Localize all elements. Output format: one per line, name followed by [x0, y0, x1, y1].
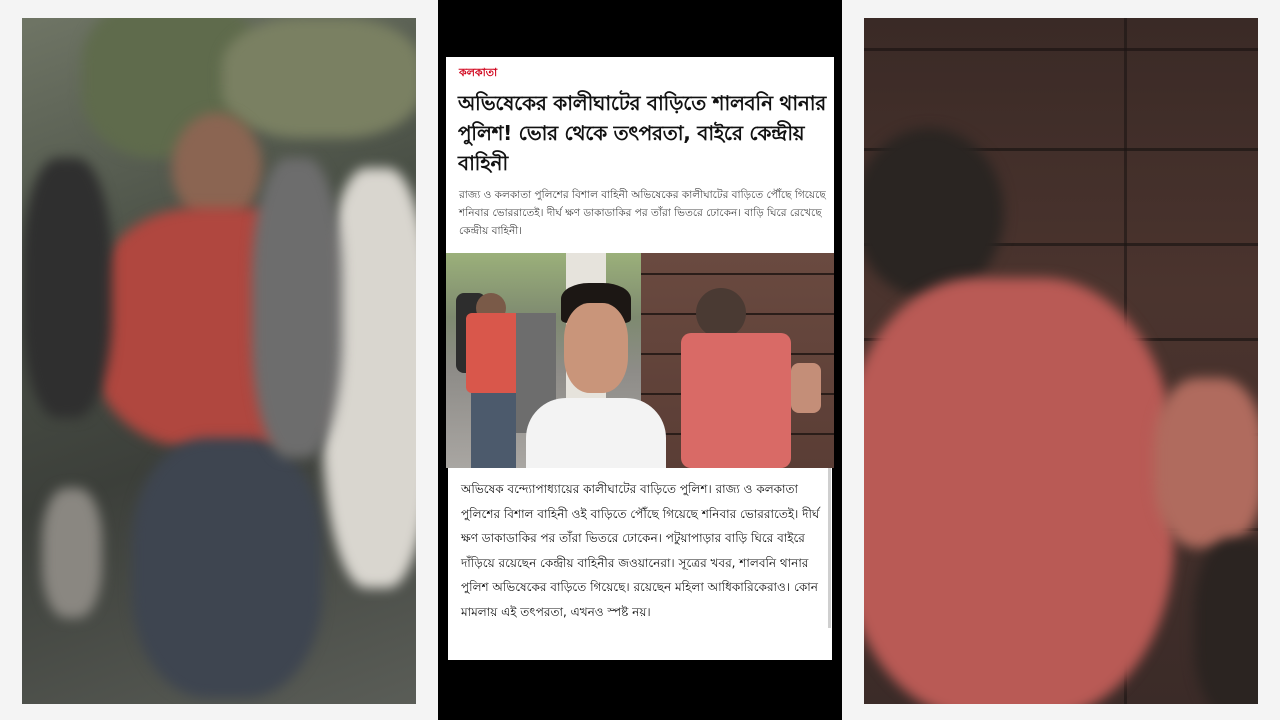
- article-photo: [446, 253, 834, 468]
- person-portrait: [516, 278, 666, 468]
- blurred-street-scene: [22, 18, 416, 704]
- photo-wall-scene: [641, 253, 834, 468]
- article-summary: রাজ্য ও কলকাতা পুলিশের বিশাল বাহিনী অভিষ…: [459, 189, 826, 237]
- article-body-text: অভিষেক বন্দ্যোপাধ্যায়ের কালীঘাটের বাড়ি…: [461, 482, 820, 619]
- blurred-wall-scene: [864, 18, 1258, 704]
- article-headline[interactable]: অভিষেকের কালীঘাটের বাড়িতে শালবনি থানার …: [458, 88, 826, 178]
- blurred-background-left: [0, 0, 438, 720]
- scrollbar[interactable]: [828, 468, 831, 628]
- category-label[interactable]: কলকাতা: [459, 64, 497, 83]
- blurred-background-right: [842, 0, 1280, 720]
